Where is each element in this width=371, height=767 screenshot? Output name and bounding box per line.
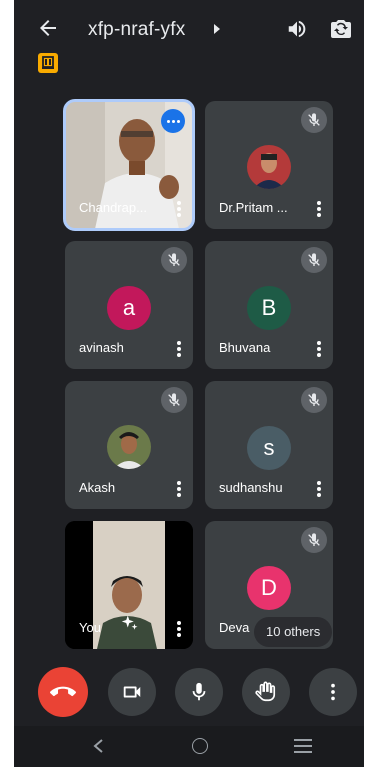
- participant-tile[interactable]: Akash: [65, 381, 193, 509]
- more-options-icon[interactable]: [317, 341, 321, 357]
- microphone-icon: [192, 682, 206, 701]
- system-nav-bar: [14, 726, 364, 767]
- participant-tile[interactable]: B Bhuvana: [205, 241, 333, 369]
- participant-tile[interactable]: Chandrap...: [63, 99, 195, 231]
- mic-off-icon: [301, 387, 327, 413]
- more-options-icon[interactable]: [177, 201, 181, 217]
- participant-tile[interactable]: s sudhanshu: [205, 381, 333, 509]
- participant-name: Bhuvana: [219, 340, 271, 355]
- more-options-icon[interactable]: [177, 341, 181, 357]
- mic-off-icon: [161, 247, 187, 273]
- speaker-icon[interactable]: [286, 18, 308, 40]
- video-camera-icon: [123, 686, 141, 698]
- participant-name: Akash: [79, 480, 116, 495]
- participant-name: sudhanshu: [219, 480, 283, 495]
- participant-initial-avatar: B: [247, 286, 291, 330]
- nav-recents-icon[interactable]: [294, 739, 312, 753]
- participant-initial-avatar: s: [247, 426, 291, 470]
- end-call-icon: [50, 686, 76, 697]
- camera-button[interactable]: [108, 668, 156, 716]
- back-arrow-icon[interactable]: [36, 16, 60, 40]
- raise-hand-button[interactable]: [242, 668, 290, 716]
- more-options-icon[interactable]: [177, 481, 181, 497]
- microphone-button[interactable]: [175, 668, 223, 716]
- meeting-code[interactable]: xfp-nraf-yfx: [88, 19, 185, 41]
- participant-name: Chandrap...: [79, 200, 147, 215]
- effects-sparkle-icon[interactable]: [121, 614, 139, 637]
- top-bar: xfp-nraf-yfx: [14, 12, 364, 48]
- participant-name: You: [79, 620, 101, 635]
- hand-icon: [255, 681, 276, 702]
- others-count-chip[interactable]: 10 others: [254, 617, 333, 647]
- participant-name: avinash: [79, 340, 124, 355]
- more-options-icon[interactable]: [317, 481, 321, 497]
- nav-back-icon[interactable]: [92, 738, 106, 754]
- meeting-info-caret-icon[interactable]: [214, 24, 220, 34]
- more-options-icon[interactable]: [177, 621, 181, 637]
- participant-name: Deva: [219, 620, 250, 635]
- mic-off-icon: [301, 107, 327, 133]
- switch-camera-icon[interactable]: [329, 17, 353, 41]
- participant-photo-avatar: [247, 145, 291, 189]
- participant-tile[interactable]: Dr.Pritam ...: [205, 101, 333, 229]
- call-controls: [14, 667, 364, 718]
- participant-initial-avatar: a: [107, 286, 151, 330]
- participant-tile[interactable]: a avinash: [65, 241, 193, 369]
- mic-off-icon: [301, 527, 327, 553]
- end-call-button[interactable]: [38, 667, 88, 717]
- mic-off-icon: [301, 247, 327, 273]
- host-controls-badge-icon[interactable]: [38, 53, 58, 73]
- mic-off-icon: [161, 387, 187, 413]
- self-video-tile[interactable]: You: [65, 521, 193, 649]
- more-options-icon[interactable]: [317, 201, 321, 217]
- more-vert-icon: [331, 683, 335, 701]
- participant-initial-avatar: D: [247, 566, 291, 610]
- speaking-indicator-icon: [161, 109, 185, 133]
- more-options-button[interactable]: [309, 668, 357, 716]
- nav-home-icon[interactable]: [192, 738, 208, 754]
- meet-screen: xfp-nraf-yfx Chandrap... Dr.Pritam ... a…: [14, 0, 364, 767]
- participant-photo-avatar: [107, 425, 151, 469]
- participant-name: Dr.Pritam ...: [219, 200, 288, 215]
